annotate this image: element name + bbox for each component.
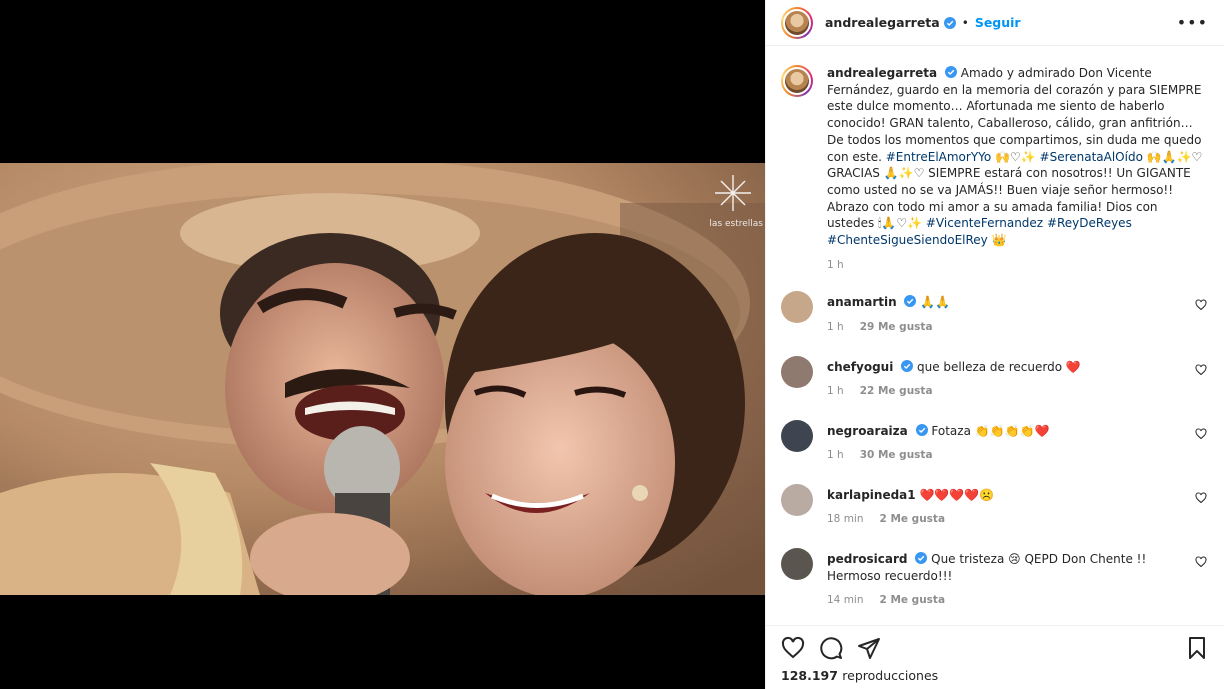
media-viewer[interactable]: las estrellas (0, 0, 765, 689)
verified-badge-icon (943, 16, 956, 29)
comment-meta: 14 min 2 Me gusta (827, 592, 1203, 609)
comment-meta: 18 min 2 Me gusta (827, 511, 1203, 528)
action-icons (781, 626, 1209, 670)
channel-watermark: las estrellas (709, 219, 763, 229)
caption-body: andrealegarreta Amado y admirado Don Vic… (827, 65, 1203, 273)
caption-emoji: 👑 (987, 233, 1007, 248)
comments-list[interactable]: andrealegarreta Amado y admirado Don Vic… (766, 47, 1224, 625)
like-comment-heart-icon[interactable] (1195, 492, 1207, 504)
like-comment-heart-icon[interactable] (1195, 428, 1207, 440)
hashtag-link[interactable]: #VicenteFernandez (926, 216, 1043, 230)
comment-likes[interactable]: 29 Me gusta (860, 319, 933, 336)
caption-meta: 1 h (827, 257, 1203, 274)
caption-author-avatar[interactable] (781, 65, 813, 97)
like-comment-heart-icon[interactable] (1195, 556, 1207, 568)
comment-likes[interactable]: 30 Me gusta (860, 447, 933, 464)
commenter-username[interactable]: anamartin (827, 295, 897, 309)
comment-text: ❤️❤️❤️❤️☹️ (919, 487, 995, 502)
like-heart-icon[interactable] (781, 636, 805, 660)
commenter-avatar[interactable] (781, 548, 813, 581)
comment-bubble-icon[interactable] (819, 636, 843, 660)
caption-emoji: 🙌♡✨ (991, 149, 1040, 164)
commenter-username[interactable]: chefyogui (827, 360, 893, 374)
hashtag-link[interactable]: #ReyDeReyes (1047, 216, 1132, 230)
comment-time[interactable]: 1 h (827, 319, 844, 336)
views-label: reproducciones (842, 668, 939, 683)
caption-time[interactable]: 1 h (827, 257, 844, 274)
caption: andrealegarreta Amado y admirado Don Vic… (781, 65, 1209, 273)
verified-badge-icon (901, 359, 914, 372)
comment-text: Fotaza 👏👏👏👏❤️ (931, 423, 1050, 438)
comment-meta: 1 h 22 Me gusta (827, 383, 1203, 400)
verified-badge-icon (915, 552, 928, 565)
commenter-username[interactable]: pedrosicard (827, 552, 907, 566)
like-comment-heart-icon[interactable] (1195, 299, 1207, 311)
post-details-panel: andrealegarreta • Seguir ••• andrealegar… (765, 0, 1224, 689)
commenter-avatar[interactable] (781, 419, 813, 452)
views-count[interactable]: 128.197 reproducciones (781, 668, 1209, 683)
commenter-username[interactable]: karlapineda1 (827, 488, 916, 502)
comment-likes[interactable]: 22 Me gusta (860, 383, 933, 400)
separator-dot: • (961, 15, 969, 30)
commenter-avatar[interactable] (781, 483, 813, 516)
verified-badge-icon (915, 423, 928, 436)
post-header: andrealegarreta • Seguir ••• (766, 0, 1224, 46)
comment-row: pedrosicard Que tristeza 😢 QEPD Don Chen… (781, 548, 1209, 609)
comment-time[interactable]: 14 min (827, 592, 864, 609)
comment-body: pedrosicard Que tristeza 😢 QEPD Don Chen… (827, 548, 1203, 609)
comment-body: karlapineda1 ❤️❤️❤️❤️☹️ 18 min 2 Me gust… (827, 484, 1203, 528)
comment-likes[interactable]: 2 Me gusta (880, 592, 946, 609)
save-bookmark-icon[interactable] (1185, 636, 1209, 660)
like-comment-heart-icon[interactable] (1195, 363, 1207, 376)
commenter-username[interactable]: negroaraiza (827, 424, 908, 438)
comment-meta: 1 h 30 Me gusta (827, 447, 1203, 464)
comment-meta: 1 h 29 Me gusta (827, 319, 1203, 336)
comment-time[interactable]: 1 h (827, 447, 844, 464)
instagram-post-view: las estrellas andrealegarreta • Seguir •… (0, 0, 1224, 689)
verified-badge-icon (904, 295, 917, 308)
comment-body: anamartin 🙏🙏 1 h 29 Me gusta (827, 291, 1203, 335)
views-number: 128.197 (781, 668, 838, 683)
more-options-icon[interactable]: ••• (1177, 13, 1208, 32)
comment-row: chefyogui que belleza de recuerdo ❤️ 1 h… (781, 355, 1209, 400)
hashtag-link[interactable]: #EntreElAmorYYo (886, 150, 992, 164)
post-video[interactable]: las estrellas (0, 163, 765, 595)
video-frame-illustration (0, 163, 765, 595)
verified-badge-icon (944, 66, 957, 78)
author-avatar[interactable] (781, 6, 813, 39)
comment-row: negroaraiza Fotaza 👏👏👏👏❤️ 1 h 30 Me gust… (781, 419, 1209, 464)
caption-username[interactable]: andrealegarreta (827, 66, 937, 80)
comment-text: 🙏🙏 (920, 295, 951, 310)
hashtag-link[interactable]: #SerenataAlOído (1040, 150, 1143, 164)
post-actions: 128.197 reproducciones (766, 625, 1224, 689)
comment-row: karlapineda1 ❤️❤️❤️❤️☹️ 18 min 2 Me gust… (781, 483, 1209, 528)
follow-button[interactable]: Seguir (975, 15, 1021, 30)
comment-likes[interactable]: 2 Me gusta (880, 511, 946, 528)
comment-row: anamartin 🙏🙏 1 h 29 Me gusta (781, 291, 1209, 335)
comment-time[interactable]: 18 min (827, 511, 864, 528)
commenter-avatar[interactable] (781, 355, 813, 388)
share-paper-plane-icon[interactable] (857, 636, 881, 660)
comment-body: negroaraiza Fotaza 👏👏👏👏❤️ 1 h 30 Me gust… (827, 420, 1203, 464)
author-username[interactable]: andrealegarreta (825, 15, 940, 30)
commenter-avatar[interactable] (781, 291, 813, 324)
comment-text: que belleza de recuerdo ❤️ (916, 359, 1081, 374)
comment-time[interactable]: 1 h (827, 383, 844, 400)
comment-body: chefyogui que belleza de recuerdo ❤️ 1 h… (827, 356, 1203, 400)
hashtag-link[interactable]: #ChenteSigueSiendoElRey (827, 233, 988, 247)
